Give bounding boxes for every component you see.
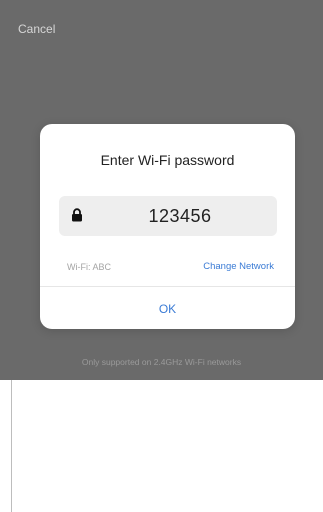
wifi-ssid-label: Wi-Fi: ABC — [67, 262, 111, 272]
ok-button[interactable]: OK — [40, 287, 295, 329]
change-network-link[interactable]: Change Network — [203, 261, 274, 272]
wifi-password-dialog: Enter Wi-Fi password 123456 Wi-Fi: ABC C… — [40, 124, 295, 329]
screen: Cancel Enter Wi-Fi password 123456 Wi-Fi… — [0, 0, 323, 512]
password-input[interactable]: 123456 — [59, 196, 277, 236]
left-edge-line — [11, 380, 12, 512]
password-value: 123456 — [148, 206, 212, 226]
cancel-button[interactable]: Cancel — [18, 22, 55, 36]
footer-note: Only supported on 2.4GHz Wi-Fi networks — [81, 357, 242, 367]
dialog-title: Enter Wi-Fi password — [100, 152, 235, 168]
